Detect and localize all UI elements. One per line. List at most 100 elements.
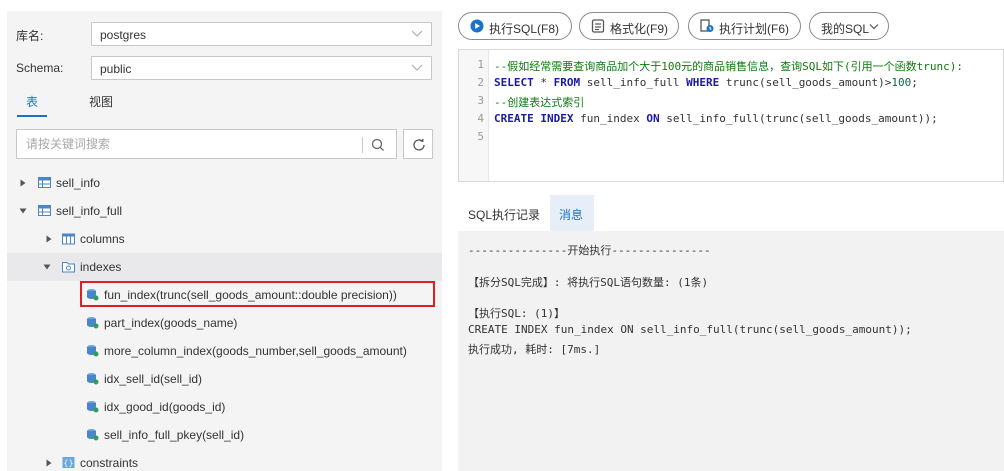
tree-node-indexes[interactable]: indexes [7,253,442,281]
code-line-4: CREATE INDEX fun_index ON sell_info_full… [494,112,938,125]
refresh-icon [413,138,425,151]
search-box [16,129,397,159]
tree-node-index-good-id[interactable]: idx_good_id(goods_id) [7,393,442,421]
search-icon[interactable] [369,136,387,154]
schema-select[interactable]: public [91,56,432,80]
caret-down-icon[interactable] [19,207,27,215]
explain-plan-label: 执行计划(F6) [719,22,789,36]
tab-label: SQL执行记录 [468,208,541,222]
svg-text:{}: {} [63,459,73,468]
tree-node-index-sell-id[interactable]: idx_sell_id(sell_id) [7,365,442,393]
sql-keyword: CREATE [494,112,534,125]
code-line-3: --创建表达式索引 [494,96,585,109]
sql-keyword: INDEX [540,112,574,125]
search-divider [362,137,363,153]
tree-node-constraints[interactable]: {} constraints [7,449,442,471]
code-line-2: SELECT * FROM sell_info_full WHERE trunc… [494,76,918,89]
sql-text: sell_info_full(trunc(sell_goods_amount))… [659,112,938,125]
tree-node-sell-info[interactable]: sell_info [7,169,442,197]
line-number: 3 [477,94,484,107]
line-number: 1 [477,58,484,71]
sql-keyword: ON [646,112,660,125]
chevron-down-icon [869,24,879,30]
output-line: 【拆分SQL完成】: 将执行SQL语句数量: (1条) [468,276,709,289]
folder-columns-icon [62,233,75,245]
highlight-annotation [80,281,435,307]
sql-keyword: FROM [553,76,581,89]
database-select-value: postgres [100,28,147,42]
object-browser-panel: 库名: postgres Schema: public 表 视图 sell_in… [7,11,442,471]
tree-node-label: idx_good_id(goods_id) [104,400,226,414]
index-icon [87,317,99,329]
tree-node-label: sell_info_full [56,204,123,218]
tab-messages[interactable]: 消息 [550,195,594,231]
tree-node-label: indexes [80,260,122,274]
run-sql-button[interactable]: 执行SQL(F8) [458,12,572,40]
line-number: 2 [477,76,484,89]
tree-node-label: constraints [80,456,139,470]
table-icon [38,205,51,216]
folder-indexes-icon [62,262,75,273]
tree-node-index-pkey[interactable]: sell_info_full_pkey(sell_id) [7,421,442,449]
tab-label: 消息 [559,208,584,222]
explain-plan-button[interactable]: 执行计划(F6) [688,12,801,40]
line-number: 5 [477,130,484,143]
database-select[interactable]: postgres [91,22,432,46]
caret-right-icon[interactable] [19,179,27,187]
sql-keyword: SELECT [494,76,534,89]
run-sql-label: 执行SQL(F8) [489,22,560,36]
tree-node-label: sell_info_full_pkey(sell_id) [104,428,245,442]
index-icon [87,429,99,441]
my-sql-dropdown[interactable]: 我的SQL [809,12,889,40]
schema-row: Schema: public [7,56,442,80]
index-icon [87,401,99,413]
tree-node-columns[interactable]: columns [7,225,442,253]
caret-right-icon[interactable] [45,235,53,243]
result-tabs: SQL执行记录 消息 [458,195,1004,231]
tab-tables[interactable]: 表 [26,93,38,110]
sql-text: trunc(sell_goods_amount)> [719,76,892,89]
tree-node-label: columns [80,232,125,246]
tree-node-label: idx_sell_id(sell_id) [104,372,203,386]
output-line: ---------------开始执行--------------- [468,244,711,257]
sql-text: ; [911,76,918,89]
tab-sql-history[interactable]: SQL执行记录 [458,195,548,231]
output-line: 执行成功, 耗时: [7ms.] [468,343,601,356]
format-button[interactable]: 格式化(F9) [579,12,679,40]
search-input[interactable] [17,130,362,158]
tree-node-label: part_index(goods_name) [104,316,238,330]
message-output: ---------------开始执行--------------- 【拆分SQ… [458,231,1004,471]
object-type-tabs: 表 视图 [7,91,442,117]
sql-keyword: WHERE [686,76,720,89]
chevron-down-icon [411,30,423,37]
tree-node-index-more-column[interactable]: more_column_index(goods_number,sell_good… [7,337,442,365]
line-number-gutter: 1 2 3 4 5 [459,50,489,181]
index-icon [87,345,99,357]
caret-down-icon[interactable] [43,263,51,271]
sql-number: 100 [891,76,912,89]
constraints-icon: {} [62,457,75,468]
tree-node-sell-info-full[interactable]: sell_info_full [7,197,442,225]
active-tab-indicator [17,115,47,117]
format-label: 格式化(F9) [610,22,668,36]
sql-text: fun_index [573,112,647,125]
schema-select-value: public [100,62,132,76]
database-row: 库名: postgres [7,22,442,46]
output-line: 【执行SQL: (1)】 [468,307,565,320]
my-sql-label: 我的SQL [821,22,870,36]
sql-text: sell_info_full [580,76,687,89]
format-icon [591,19,605,33]
index-icon [87,373,99,385]
tree-node-index-part-index[interactable]: part_index(goods_name) [7,309,442,337]
chevron-down-icon [411,64,423,71]
play-icon [470,19,484,33]
tab-views[interactable]: 视图 [89,93,113,110]
line-number: 4 [477,112,484,125]
code-line-1: --假如经常需要查询商品加个大于100元的商品销售信息，查询SQL如下(引用一个… [494,60,963,73]
caret-right-icon[interactable] [45,459,53,467]
refresh-button[interactable] [403,129,433,159]
sql-text: * [533,76,554,89]
sql-editor[interactable]: 1 2 3 4 5 --假如经常需要查询商品加个大于100元的商品销售信息，查询… [458,49,1004,182]
schema-label: Schema: [16,61,64,75]
output-line: CREATE INDEX fun_index ON sell_info_full… [468,323,912,336]
